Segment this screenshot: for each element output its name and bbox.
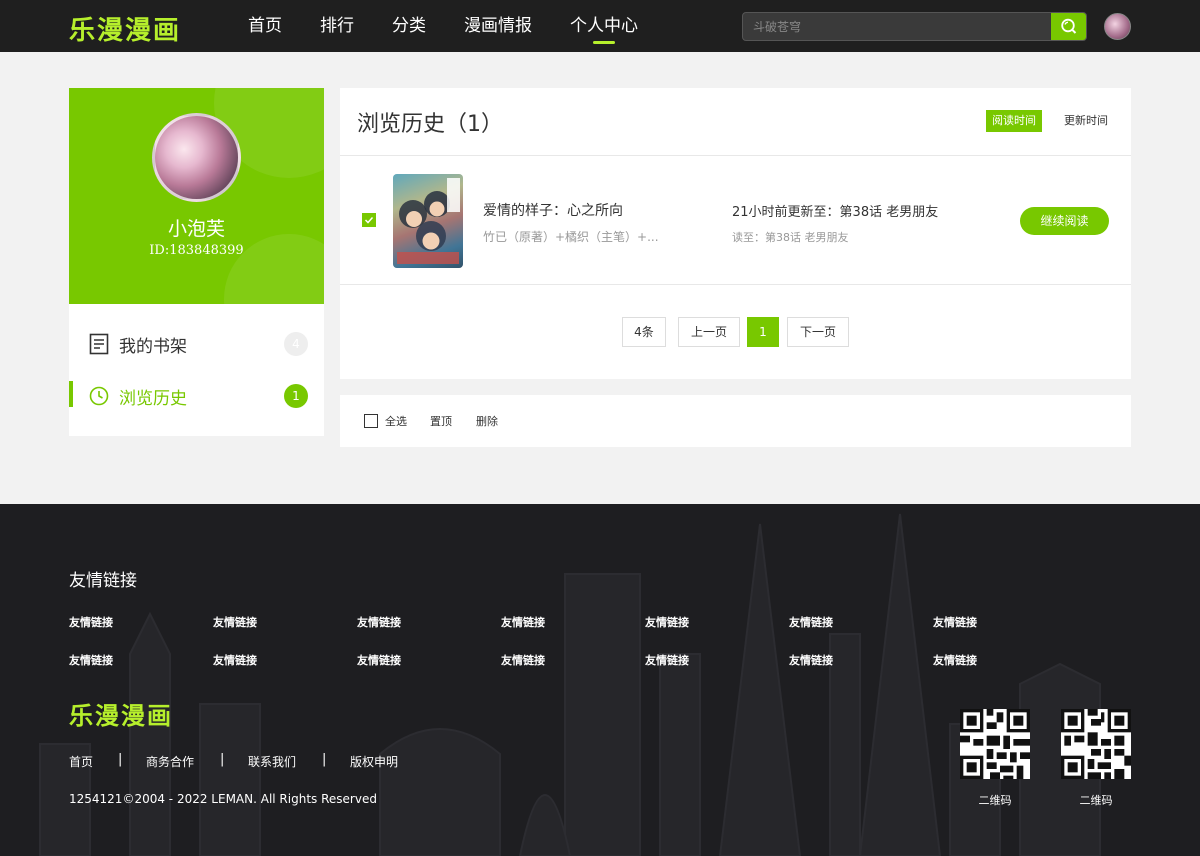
divider [340,155,1131,156]
nav-home[interactable]: 首页 [248,0,282,52]
footer-separator: | [118,752,123,767]
friend-link[interactable]: 友情链接 [645,614,689,630]
bookshelf-icon [89,333,109,355]
friend-link[interactable]: 友情链接 [213,614,257,630]
footer-separator: | [220,752,225,767]
friend-link[interactable]: 友情链接 [357,652,401,668]
footer-logo[interactable]: 乐漫漫画 [69,696,173,731]
search-button[interactable] [1051,13,1086,40]
comic-authors: 竹已（原著）+橘织（主笔）+... [483,230,659,244]
friend-link[interactable]: 友情链接 [789,652,833,668]
site-footer: 友情链接 友情链接 友情链接 友情链接 友情链接 友情链接 友情链接 友情链接 … [0,504,1200,856]
nav-user-center[interactable]: 个人中心 [570,0,638,52]
friend-link[interactable]: 友情链接 [213,652,257,668]
pagination-total: 4条 [622,317,666,347]
sort-update-time-button[interactable]: 更新时间 [1058,110,1114,132]
sidebar-item-history[interactable]: 浏览历史 1 [69,376,324,416]
bulk-actions-bar: 全选 置顶 删除 [340,395,1131,447]
search-bar [742,12,1087,41]
divider [340,284,1131,285]
comic-update-status: 21小时前更新至：第38话 老男朋友 [732,205,939,220]
sidebar-item-label: 我的书架 [119,337,187,357]
comic-cover-art [393,174,463,268]
comic-title[interactable]: 爱情的样子：心之所向 [483,200,623,220]
qr-code-label: 二维码 [1079,794,1113,807]
friend-link[interactable]: 友情链接 [789,614,833,630]
search-icon [1061,18,1077,34]
friend-link[interactable]: 友情链接 [933,614,977,630]
sidebar-item-label: 浏览历史 [119,389,187,409]
friends-links-title: 友情链接 [69,571,137,591]
friend-link[interactable]: 友情链接 [501,652,545,668]
qr-code-label: 二维码 [978,794,1012,807]
qr-code-image [1061,709,1131,779]
top-header: 乐漫漫画 首页 排行 分类 漫画情报 个人中心 [0,0,1200,52]
user-sidemenu: 我的书架 4 浏览历史 1 [69,304,324,436]
pin-button[interactable]: 置顶 [430,413,452,429]
profile-name: 小泡芙 [167,218,225,240]
comic-read-progress: 读至：第38话 老男朋友 [732,231,849,244]
pagination-prev-button[interactable]: 上一页 [678,317,740,347]
footer-link-business[interactable]: 商务合作 [146,753,194,770]
profile-avatar[interactable] [152,113,241,202]
friend-link[interactable]: 友情链接 [501,614,545,630]
friend-link[interactable]: 友情链接 [69,614,113,630]
continue-reading-button[interactable]: 继续阅读 [1020,207,1109,235]
footer-link-home[interactable]: 首页 [69,753,93,770]
history-count-badge: 1 [284,384,308,408]
footer-link-contact[interactable]: 联系我们 [248,753,296,770]
friend-link[interactable]: 友情链接 [69,652,113,668]
site-logo[interactable]: 乐漫漫画 [69,10,181,47]
qr-code-image [960,709,1030,779]
bookshelf-count-badge: 4 [284,332,308,356]
nav-news[interactable]: 漫画情报 [464,0,532,52]
comic-cover[interactable] [393,174,463,268]
sidebar-item-bookshelf[interactable]: 我的书架 4 [69,324,324,364]
delete-button[interactable]: 删除 [476,413,498,429]
nav-ranking[interactable]: 排行 [320,0,354,52]
main-nav: 首页 排行 分类 漫画情报 个人中心 [248,0,676,52]
qr-code-icon [1061,709,1131,779]
copyright-text: 1254121©2004 - 2022 LEMAN. All Rights Re… [69,792,377,806]
sort-read-time-button[interactable]: 阅读时间 [986,110,1042,132]
history-panel: 浏览历史（1） 阅读时间 更新时间 爱情的样子：心之所向 竹已（原著）+橘织（主… [340,88,1131,379]
profile-card: 小泡芙 ID:183848399 [69,88,324,304]
friend-link[interactable]: 友情链接 [933,652,977,668]
friend-link[interactable]: 友情链接 [645,652,689,668]
select-all-label[interactable]: 全选 [385,413,407,429]
clock-icon [89,386,109,406]
history-item-checkbox[interactable] [362,213,376,227]
qr-code-icon [960,709,1030,779]
select-all-checkbox[interactable] [364,414,378,428]
pagination-next-button[interactable]: 下一页 [787,317,849,347]
footer-link-copyright[interactable]: 版权申明 [350,753,398,770]
search-input[interactable] [743,13,1051,40]
nav-category[interactable]: 分类 [392,0,426,52]
check-icon [364,216,374,224]
page-title: 浏览历史（1） [357,112,503,137]
friend-link[interactable]: 友情链接 [357,614,401,630]
pagination-page-1[interactable]: 1 [747,317,779,347]
header-avatar[interactable] [1104,13,1131,40]
profile-id: ID:183848399 [149,243,244,258]
footer-separator: | [322,752,327,767]
